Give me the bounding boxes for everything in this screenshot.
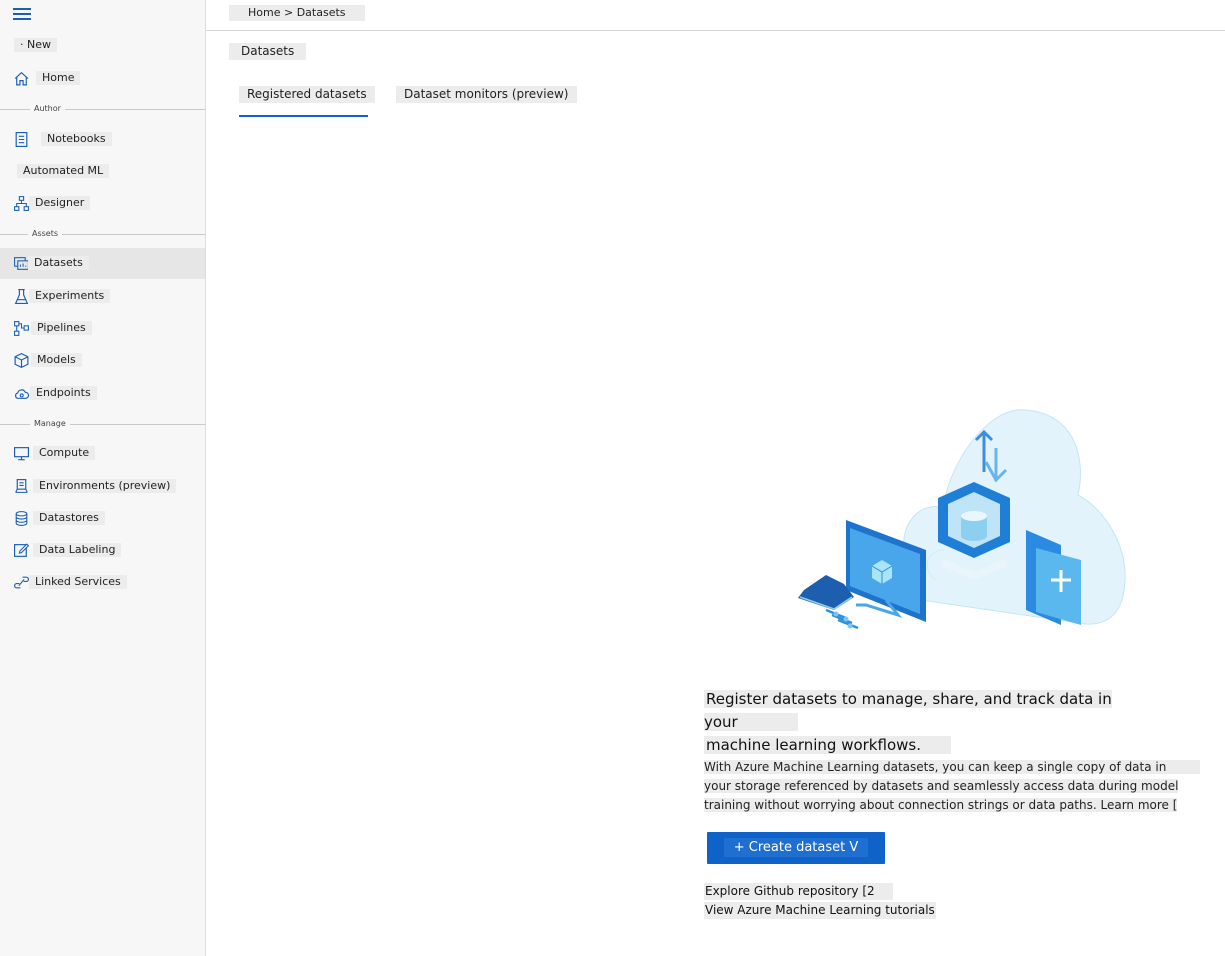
hamburger-menu-icon[interactable] — [13, 8, 31, 20]
create-dataset-label: + Create dataset V — [723, 838, 869, 857]
tab-registered-datasets[interactable]: Registered datasets — [239, 86, 375, 103]
breadcrumb[interactable]: Home > Datasets — [229, 5, 365, 21]
desc-line-1: With Azure Machine Learning datasets, yo… — [704, 760, 1201, 774]
sidebar-item-models[interactable]: Models — [0, 345, 205, 375]
sidebar-item-label: Datastores — [33, 511, 105, 525]
tab-dataset-monitors[interactable]: Dataset monitors (preview) — [396, 86, 577, 103]
tutorials-link[interactable]: View Azure Machine Learning tutorials — [704, 902, 936, 919]
sidebar-item-linked-services[interactable]: Linked Services — [0, 567, 205, 597]
section-assets: Assets — [0, 227, 205, 241]
section-manage: Manage — [0, 417, 205, 431]
sidebar-item-automated-ml[interactable]: Automated ML — [0, 156, 205, 186]
sidebar-item-label: Home — [36, 71, 81, 85]
top-bar: Home > Datasets — [206, 0, 1225, 31]
sidebar-item-label: Endpoints — [30, 386, 97, 400]
new-button[interactable]: · New — [0, 34, 205, 56]
monitor-icon — [13, 445, 30, 462]
endpoint-cloud-icon — [13, 385, 30, 402]
sidebar-item-label: Linked Services — [29, 575, 127, 589]
environment-icon — [13, 478, 30, 495]
section-author: Author — [0, 102, 205, 116]
sidebar-item-compute[interactable]: Compute — [0, 438, 205, 468]
home-icon — [13, 70, 30, 87]
sidebar-item-notebooks[interactable]: Notebooks — [0, 124, 205, 154]
edit-label-icon — [13, 542, 30, 559]
sidebar-item-data-labeling[interactable]: Data Labeling — [0, 535, 205, 565]
section-label: Author — [30, 102, 65, 116]
sidebar-item-datasets[interactable]: Datasets — [0, 248, 205, 279]
sidebar-item-home[interactable]: Home — [0, 63, 205, 93]
designer-icon — [13, 195, 30, 212]
sidebar-item-label: Models — [31, 353, 82, 367]
link-icon — [13, 574, 30, 591]
desc-line-3: training without worrying about connecti… — [704, 798, 1178, 812]
pipeline-icon — [13, 320, 30, 337]
section-label: Manage — [30, 417, 70, 431]
desc-line-2: your storage referenced by datasets and … — [704, 779, 1179, 793]
sidebar-item-endpoints[interactable]: Endpoints — [0, 378, 205, 408]
notebook-icon — [13, 131, 30, 148]
sidebar-item-environments[interactable]: Environments (preview) — [0, 471, 205, 501]
tab-selected-indicator — [239, 115, 368, 117]
sidebar-item-designer[interactable]: Designer — [0, 188, 205, 218]
sidebar-item-datastores[interactable]: Datastores — [0, 503, 205, 533]
sidebar-item-label: Data Labeling — [33, 543, 122, 557]
cube-icon — [13, 352, 30, 369]
sidebar-item-label: Notebooks — [41, 132, 112, 146]
sidebar-item-label: Experiments — [29, 289, 111, 303]
empty-state-description: With Azure Machine Learning datasets, yo… — [704, 758, 1209, 815]
section-label: Assets — [28, 227, 63, 241]
sidebar-item-label: Environments (preview) — [33, 479, 177, 493]
sidebar-item-pipelines[interactable]: Pipelines — [0, 313, 205, 343]
main-content: Home > Datasets Datasets Registered data… — [206, 0, 1225, 956]
create-dataset-button[interactable]: + Create dataset V — [707, 832, 885, 864]
datasets-illustration — [798, 409, 1126, 630]
empty-state-headline: Register datasets to manage, share, and … — [704, 688, 1184, 757]
sidebar-item-experiments[interactable]: Experiments — [0, 281, 205, 311]
sidebar-item-label: Automated ML — [17, 164, 110, 178]
sidebar-item-label: Pipelines — [31, 321, 92, 335]
headline-line-1: Register datasets to manage, share, and … — [704, 690, 1112, 731]
headline-line-2: machine learning workflows. — [704, 736, 951, 754]
database-icon — [13, 510, 30, 527]
sidebar-item-label: Designer — [29, 196, 91, 210]
new-label: · New — [14, 38, 57, 52]
flask-icon — [13, 288, 30, 305]
left-navigation: · New Home Author Notebooks Automated ML… — [0, 0, 206, 956]
page-title: Datasets — [229, 43, 307, 60]
sidebar-item-label: Compute — [33, 446, 96, 460]
github-repository-link[interactable]: Explore Github repository [2 — [704, 883, 893, 900]
sidebar-item-label: Datasets — [28, 256, 89, 270]
